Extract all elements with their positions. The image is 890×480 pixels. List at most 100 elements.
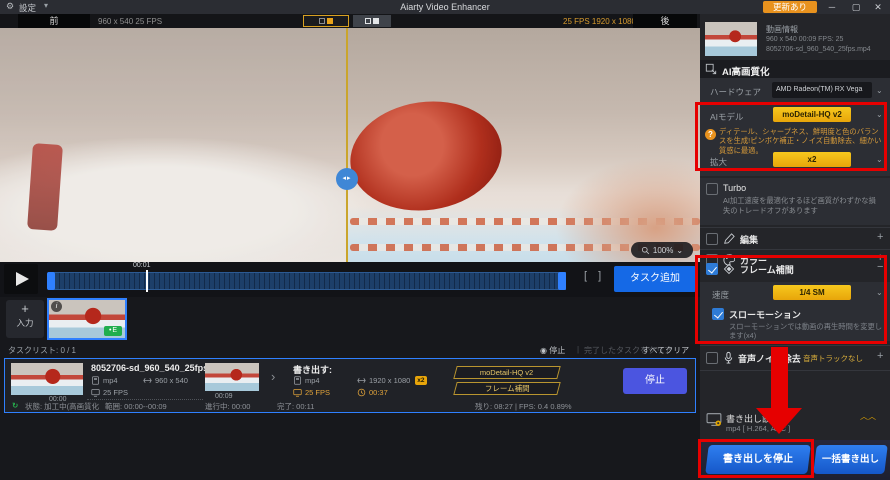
- close-button[interactable]: ✕: [868, 0, 888, 14]
- output-resolution: 1920 x 1080 x2: [357, 376, 427, 385]
- export-format-value: mp4 [ H.264, AAC ]: [726, 424, 791, 433]
- playhead[interactable]: [146, 270, 148, 292]
- audio-denoise-checkbox[interactable]: [706, 352, 718, 364]
- play-button[interactable]: [4, 264, 38, 294]
- clear-all-button[interactable]: すべてクリア: [642, 345, 689, 356]
- divider: [700, 227, 890, 228]
- upscale-dropdown[interactable]: x2: [773, 152, 851, 167]
- frame-interp-checkbox[interactable]: [706, 263, 718, 275]
- zoom-level: 100%: [652, 245, 674, 255]
- tasklist-count: タスクリスト: 0 / 1: [8, 346, 77, 355]
- stop-export-button[interactable]: 書き出しを停止: [705, 445, 811, 474]
- task-completed: 完了: 00:11: [277, 402, 315, 411]
- trim-brackets[interactable]: [ ]: [584, 270, 605, 282]
- zoom-indicator[interactable]: 100% ⌄: [631, 242, 693, 258]
- task-progress: 進行中: 00:00: [205, 402, 251, 411]
- turbo-checkbox[interactable]: [706, 183, 718, 195]
- help-icon[interactable]: ?: [705, 129, 716, 140]
- ai-enhance-title: AI高画質化: [722, 67, 770, 78]
- turbo-label: Turbo: [723, 183, 747, 193]
- ai-model-label: AIモデル: [710, 112, 744, 122]
- side-by-side-toggle[interactable]: [353, 15, 391, 27]
- pencil-icon: [723, 233, 735, 245]
- app-title: Aiarty Video Enhancer: [400, 2, 490, 12]
- ai-enhance-icon: [705, 63, 717, 75]
- info-icon[interactable]: i: [51, 301, 62, 312]
- fps-icon: [293, 388, 302, 397]
- slowmo-checkbox[interactable]: [712, 308, 724, 320]
- ai-settings-panel: ハードウェア AMD Radeon(TM) RX Vega ⌄ AIモデル mo…: [700, 78, 890, 176]
- upscale-chevron-down-icon[interactable]: ⌄: [876, 155, 883, 164]
- task-stop-button[interactable]: 停止: [623, 368, 687, 394]
- split-drag-handle[interactable]: ◂▸: [336, 168, 358, 190]
- titlebar: ⚙ 設定 ▾ Aiarty Video Enhancer 更新あり ─ ▢ ✕: [0, 0, 890, 14]
- source-resolution: 960 x 540: [143, 376, 188, 385]
- before-tab[interactable]: 前: [18, 14, 90, 28]
- task-range: 範囲: 00:00--00:09: [105, 402, 167, 411]
- audio-track-status: 音声トラックなし: [803, 354, 863, 363]
- before-resolution-label: 960 x 540 25 FPS: [98, 17, 163, 26]
- speed-dropdown[interactable]: 1/4 SM: [773, 285, 851, 300]
- export-label: 書き出す:: [293, 365, 332, 375]
- media-bin: + 入力 i E: [0, 297, 700, 342]
- enhance-badge: E: [104, 326, 122, 336]
- source-fps: 25 FPS: [91, 388, 128, 397]
- edit-expand-icon[interactable]: +: [877, 231, 883, 243]
- diamond-icon: [723, 263, 735, 275]
- trim-handle-left[interactable]: [47, 272, 55, 290]
- ai-model-chevron-down-icon[interactable]: ⌄: [876, 110, 883, 119]
- speed-label: 速度: [712, 290, 730, 300]
- video-preview: ◂▸ 100% ⌄: [0, 28, 700, 262]
- zoom-chevron-down-icon: ⌄: [676, 245, 684, 255]
- ai-model-dropdown[interactable]: moDetail-HQ v2: [773, 107, 851, 122]
- magnifier-icon: [641, 246, 650, 255]
- model-tag: moDetail-HQ v2: [453, 366, 561, 379]
- playhead-time: 00:01: [133, 262, 151, 269]
- maximize-button[interactable]: ▢: [846, 0, 866, 14]
- task-row[interactable]: 00:00 8052706-sd_960_540_25fps.mp4 mp4 9…: [4, 358, 696, 413]
- mic-icon: [722, 351, 735, 364]
- split-view-icon: [319, 18, 325, 24]
- hardware-dropdown[interactable]: AMD Radeon(TM) RX Vega: [772, 82, 872, 98]
- add-task-button[interactable]: タスク追加: [614, 266, 696, 292]
- tasklist-bar: タスクリスト: 0 / 1 ◉ 停止 | 完了したタスクをクリア すべてクリア: [0, 342, 700, 358]
- edit-checkbox[interactable]: [706, 233, 718, 245]
- hardware-chevron-down-icon[interactable]: ⌄: [876, 86, 883, 95]
- preview-header: 前 960 x 540 25 FPS 25 FPS 1920 x 1080 後: [0, 14, 700, 28]
- output-fps: 25 FPS: [293, 388, 330, 397]
- tasklist-stop-button[interactable]: ◉ 停止: [540, 345, 565, 356]
- edit-section-label[interactable]: 編集: [740, 233, 758, 246]
- after-tab[interactable]: 後: [633, 14, 697, 28]
- speed-chevron-down-icon[interactable]: ⌄: [876, 288, 883, 297]
- add-input-button[interactable]: + 入力: [6, 300, 44, 338]
- batch-export-button[interactable]: 一括書き出し: [813, 445, 888, 474]
- trim-handle-right[interactable]: [558, 272, 566, 290]
- clip-end-time: 00:09: [215, 393, 233, 400]
- frame-interp-label[interactable]: フレーム補間: [740, 263, 794, 276]
- minimize-button[interactable]: ─: [822, 0, 842, 14]
- turbo-panel: Turbo AI加工速度を最適化するほど画質がわずかな損失のトレードオフがありま…: [700, 178, 890, 225]
- chevrons-up-icon[interactable]: ︿︿: [860, 413, 876, 421]
- format-icon: [293, 376, 302, 385]
- upscale-label: 拡大: [710, 157, 728, 167]
- source-thumbnail: [11, 363, 83, 395]
- hardware-label: ハードウェア: [710, 87, 762, 97]
- video-info-title: 動画情報: [766, 25, 798, 34]
- split-view-toggle[interactable]: [303, 15, 349, 27]
- video-info-thumbnail: [705, 22, 757, 56]
- split-divider-line[interactable]: [346, 28, 348, 262]
- output-duration: 00:37: [357, 388, 388, 397]
- divider: |: [577, 345, 580, 354]
- plus-icon: +: [21, 301, 29, 316]
- settings-sidebar: 動画情報 960 x 540 00:09 FPS: 25 8052706-sd_…: [700, 14, 890, 480]
- audio-expand-icon[interactable]: +: [877, 350, 883, 362]
- divider: [700, 249, 890, 250]
- play-icon: [16, 272, 29, 286]
- source-format: mp4: [91, 376, 118, 385]
- transport-bar: 00:01 [ ] タスク追加: [0, 262, 700, 297]
- update-available-button[interactable]: 更新あり: [763, 1, 817, 13]
- frame-collapse-icon[interactable]: −: [877, 261, 883, 273]
- ai-enhance-section-header: AI高画質化: [700, 60, 890, 78]
- timeline-track[interactable]: [48, 272, 566, 290]
- divider: [700, 345, 890, 346]
